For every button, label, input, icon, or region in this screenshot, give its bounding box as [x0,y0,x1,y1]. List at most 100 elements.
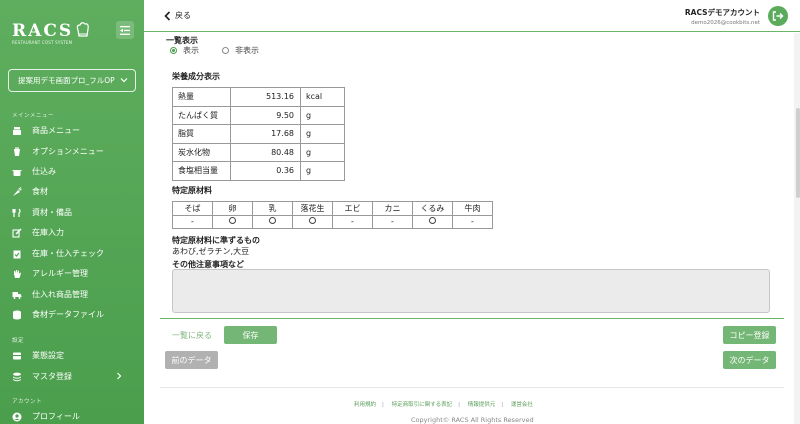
allergen-absent-mark: - [332,214,373,229]
nutrition-label: 栄養成分表示 [172,72,220,81]
allergen-header: カニ [372,201,413,216]
radio-show-label: 表示 [183,46,199,55]
app-window: RACS RESTAURANT COST SYSTEM 提案用デモ画面プロ_フル… [0,0,800,424]
footer-link-commerce[interactable]: 特定商取引に関する表記 [392,402,453,408]
sidebar-item-ingredients[interactable]: 食材 [0,183,144,201]
sidebar-item-label: 食材 [32,187,48,196]
sidebar-item-data-file[interactable]: 食材データファイル [0,306,144,324]
nutrition-name: 脂質 [172,124,231,144]
chevron-left-icon [164,10,171,21]
footer-link-company[interactable]: 運営会社 [511,402,533,408]
sidebar-item-stock-check[interactable]: 在庫・仕入チェック [0,245,144,263]
account-email: demo2026@cookbits.net [691,20,760,26]
sidebar-toggle-button[interactable] [116,21,134,39]
app-logo[interactable]: RACS RESTAURANT COST SYSTEM [12,18,91,45]
section-heading-settings: 設定 [12,338,25,344]
sidebar-item-purchase[interactable]: 仕入れ商品管理 [0,286,144,304]
circle-icon [269,217,276,225]
sidebar-item-label: 在庫入力 [32,228,64,237]
sidebar-item-options[interactable]: オプションメニュー [0,143,144,161]
allergen-header: エビ [332,201,373,216]
sidebar-item-profile[interactable]: プロフィール [0,408,144,424]
footer-link-source[interactable]: 情報提供元 [468,402,496,408]
sidebar: RACS RESTAURANT COST SYSTEM 提案用デモ画面プロ_フル… [0,0,144,424]
footer-divider [160,387,784,388]
allergen-header: くるみ [412,201,453,216]
nutrition-name: 食塩相当量 [172,161,231,181]
footer-separator: | [382,402,384,408]
pot-icon [12,170,22,176]
sidebar-item-label: 業態設定 [32,351,64,360]
sidebar-item-label: 在庫・仕入チェック [32,249,104,258]
allergen-header: 牛肉 [452,201,493,216]
next-data-button[interactable]: 次のデータ [723,351,776,369]
prev-data-button[interactable]: 前のデータ [165,351,218,369]
truck-icon [12,292,22,299]
database-icon [13,310,21,320]
copy-register-button[interactable]: コピー登録 [723,326,776,344]
back-to-list-link[interactable]: 一覧に戻る [172,330,212,341]
nutrition-row: 食塩相当量 0.36 g [172,161,345,181]
circle-icon [429,217,436,225]
main-content: 一覧表示 表示 非表示 栄養成分表示 熱量 513.16 kcal たんぱく質 9.50… [144,33,800,424]
nutrition-unit: g [300,124,345,144]
allergen-header: 卵 [212,201,253,216]
sidebar-item-label: 商品メニュー [32,126,80,135]
sidebar-item-stock-input[interactable]: 在庫入力 [0,224,144,242]
nutrition-name: 炭水化物 [172,142,231,162]
allergen-absent-mark: - [452,214,493,229]
radio-hide[interactable] [222,47,229,54]
page-scrollbar[interactable] [794,33,800,424]
footer-separator: | [501,402,504,408]
section-heading-account: アカウント [12,399,43,405]
logout-button[interactable] [768,6,788,26]
store-icon [13,352,21,360]
nutrition-row: 熱量 513.16 kcal [172,87,345,107]
allergen-header-row: そば卵乳落花生 エビ カニ くるみ 牛肉 [172,201,493,216]
sidebar-item-label: オプションメニュー [32,147,104,156]
sidebar-item-business-settings[interactable]: 業態設定 [0,347,144,365]
allergen-header: そば [172,201,213,216]
nutrition-value: 513.16 [230,87,301,107]
nutrition-name: たんぱく質 [172,105,231,125]
allergen-present-mark [412,214,453,229]
section-heading-main: メインメニュー [12,113,54,119]
allergen-header: 乳 [252,201,293,216]
nutrition-row: 炭水化物 80.48 g [172,142,345,162]
nutrition-unit: g [300,142,345,162]
sidebar-item-label: 資材・備品 [32,208,72,217]
sidebar-item-allergy[interactable]: アレルギー管理 [0,265,144,283]
hand-icon [14,270,21,278]
sidebar-item-menu[interactable]: 商品メニュー [0,122,144,140]
allergen-absent-mark: - [172,214,213,229]
sidebar-item-prep[interactable]: 仕込み [0,163,144,181]
scrollbar-thumb[interactable] [796,108,800,198]
sidebar-item-supplies[interactable]: 資材・備品 [0,204,144,222]
cup-icon [14,147,20,156]
sidebar-item-label: 仕込み [32,167,56,176]
allergen-header: 落花生 [292,201,333,216]
nutrition-value: 9.50 [230,105,301,125]
footer-link-terms[interactable]: 利用規約 [354,402,376,408]
allergen-present-mark [212,214,253,229]
allergen-present-mark [292,214,333,229]
copyright: Copyright© RACS All Rights Reserved [411,416,534,424]
allergen-absent-mark: - [372,214,413,229]
back-link-label: 戻る [175,11,191,20]
register-icon [13,127,21,135]
notes-textarea[interactable] [172,269,770,313]
chevron-down-icon [120,78,128,83]
nutrition-name: 熱量 [172,87,231,107]
edit-icon [12,228,22,238]
back-link[interactable]: 戻る [164,10,191,21]
store-select-value: 提案用デモ画面プロ_フルOP [18,76,115,85]
sidebar-item-master[interactable]: マスタ登録 [0,368,144,386]
footer-links: 利用規約 | 特定商取引に関する表記 | 情報提供元 | 運営会社 [354,400,533,408]
save-button[interactable]: 保存 [224,326,277,344]
store-select[interactable]: 提案用デモ画面プロ_フルOP [8,69,136,92]
sidebar-item-label: 食材データファイル [32,310,104,319]
section-divider [160,318,784,319]
allergen-similar-label: 特定原材料に準ずるもの [172,236,260,245]
radio-show[interactable] [170,47,177,54]
top-header: 戻る RACSデモアカウント demo2026@cookbits.net [144,0,800,32]
